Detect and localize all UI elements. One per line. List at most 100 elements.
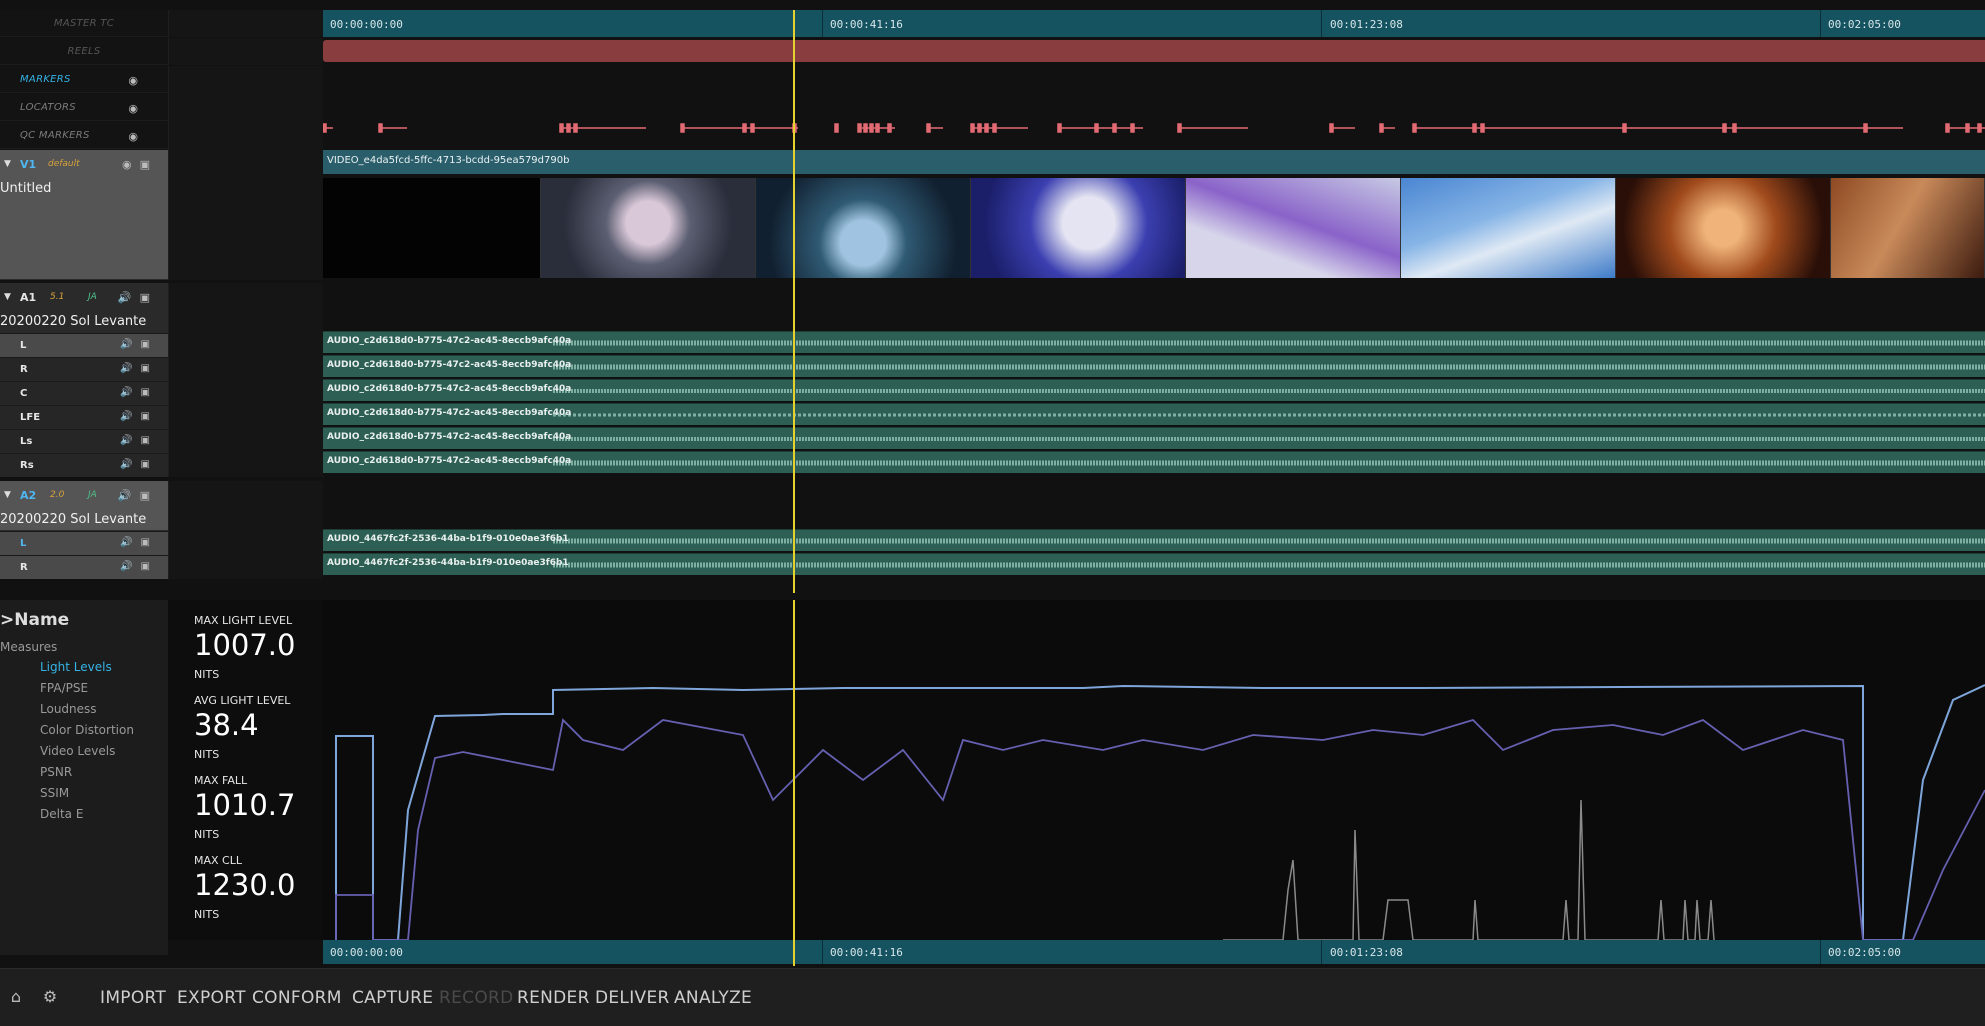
eye-icon[interactable]: ◉ bbox=[128, 74, 138, 87]
measure-ssim[interactable]: SSIM bbox=[40, 786, 69, 800]
clip-thumbnail bbox=[541, 178, 756, 278]
channel-row[interactable]: LFE 🔊▣ bbox=[0, 405, 168, 429]
audio-clip[interactable]: AUDIO_c2d618d0-b775-47c2-ac45-8eccb9afc4… bbox=[323, 451, 1985, 473]
deliver-button[interactable]: DELIVER bbox=[595, 988, 670, 1008]
ruler-tick bbox=[1321, 10, 1322, 37]
channel-row[interactable]: Rs 🔊▣ bbox=[0, 453, 168, 477]
track-icons[interactable]: 🔊▣ bbox=[118, 489, 158, 502]
measure-loudness[interactable]: Loudness bbox=[40, 702, 97, 716]
audio-clip[interactable]: AUDIO_4467fc2f-2536-44ba-b1f9-010e0ae3f6… bbox=[323, 553, 1985, 575]
waveform bbox=[553, 340, 1985, 346]
video-clip[interactable]: VIDEO_e4da5fcd-5ffc-4713-bcdd-95ea579d79… bbox=[323, 150, 1985, 174]
measure-light-levels[interactable]: Light Levels bbox=[40, 660, 112, 674]
max-fall-spike-line bbox=[1223, 799, 1715, 941]
channel-label: R bbox=[20, 562, 28, 573]
channel-icons[interactable]: 🔊▣ bbox=[120, 435, 158, 446]
channel-label: R bbox=[20, 364, 28, 375]
ruler-timecode: 00:00:41:16 bbox=[830, 18, 903, 31]
measure-color-distortion[interactable]: Color Distortion bbox=[40, 723, 134, 737]
measure-video-levels[interactable]: Video Levels bbox=[40, 744, 115, 758]
channel-icons[interactable]: 🔊▣ bbox=[120, 339, 158, 350]
metric-label: MAX CLL bbox=[194, 854, 242, 867]
channel-label: Rs bbox=[20, 460, 34, 471]
audio-clip-label: AUDIO_4467fc2f-2536-44ba-b1f9-010e0ae3f6… bbox=[327, 558, 569, 568]
conform-button[interactable]: CONFORM bbox=[252, 988, 342, 1008]
track-header-a1[interactable]: ▼ A1 5.1 JA 🔊▣ 20200220 Sol Levante bbox=[0, 283, 168, 333]
channel-label: Ls bbox=[20, 436, 33, 447]
markers-header[interactable]: MARKERS ◉ bbox=[0, 66, 168, 93]
measures-label: Measures bbox=[0, 640, 58, 654]
settings-icon[interactable]: ⚙ bbox=[40, 987, 60, 1007]
timecode-ruler-top[interactable]: 00:00:00:00 00:00:41:16 00:01:23:08 00:0… bbox=[323, 10, 1985, 37]
channel-row[interactable]: Ls 🔊▣ bbox=[0, 429, 168, 453]
channel-row[interactable]: L 🔊▣ bbox=[0, 333, 168, 357]
metric-unit: NITS bbox=[194, 828, 220, 841]
measure-psnr[interactable]: PSNR bbox=[40, 765, 72, 779]
audio-clip[interactable]: AUDIO_c2d618d0-b775-47c2-ac45-8eccb9afc4… bbox=[323, 379, 1985, 401]
collapse-icon[interactable]: ▼ bbox=[4, 292, 11, 302]
audio-clip[interactable]: AUDIO_4467fc2f-2536-44ba-b1f9-010e0ae3f6… bbox=[323, 529, 1985, 551]
channel-icons[interactable]: 🔊▣ bbox=[120, 387, 158, 398]
ruler-tick bbox=[1820, 10, 1821, 37]
channel-icons[interactable]: 🔊▣ bbox=[120, 363, 158, 374]
reels-label: REELS bbox=[67, 46, 101, 57]
render-button[interactable]: RENDER bbox=[517, 988, 590, 1008]
eye-icon[interactable]: ◉ bbox=[128, 130, 138, 143]
channel-icons[interactable]: 🔊▣ bbox=[120, 561, 158, 572]
channel-row[interactable]: C 🔊▣ bbox=[0, 381, 168, 405]
track-title: 20200220 Sol Levante bbox=[0, 314, 147, 329]
channel-icons[interactable]: 🔊▣ bbox=[120, 411, 158, 422]
track-sub: 5.1 bbox=[50, 292, 65, 302]
home-icon[interactable]: ⌂ bbox=[6, 987, 26, 1007]
export-button[interactable]: EXPORT bbox=[177, 988, 246, 1008]
header-gap bbox=[168, 38, 323, 65]
channel-icons[interactable]: 🔊▣ bbox=[120, 537, 158, 548]
reel-clip[interactable] bbox=[323, 40, 1985, 62]
track-icons[interactable]: ◉▣ bbox=[122, 158, 158, 171]
channel-row[interactable]: L 🔊▣ bbox=[0, 531, 168, 555]
track-name: V1 bbox=[20, 158, 37, 171]
track-header-v1[interactable]: ▼ V1 default ◉▣ Untitled bbox=[0, 150, 168, 280]
video-clip-label: VIDEO_e4da5fcd-5ffc-4713-bcdd-95ea579d79… bbox=[327, 155, 570, 166]
ruler-timecode: 00:00:00:00 bbox=[330, 18, 403, 31]
locators-header[interactable]: LOCATORS ◉ bbox=[0, 94, 168, 121]
analyze-button[interactable]: ANALYZE bbox=[674, 988, 752, 1008]
metric-value: 38.4 bbox=[194, 708, 259, 742]
audio-clip[interactable]: AUDIO_c2d618d0-b775-47c2-ac45-8eccb9afc4… bbox=[323, 331, 1985, 353]
audio-clip-label: AUDIO_c2d618d0-b775-47c2-ac45-8eccb9afc4… bbox=[327, 432, 572, 442]
channel-row[interactable]: R 🔊▣ bbox=[0, 555, 168, 579]
audio-clip[interactable]: AUDIO_c2d618d0-b775-47c2-ac45-8eccb9afc4… bbox=[323, 403, 1985, 425]
metric-unit: NITS bbox=[194, 668, 220, 681]
track-icons[interactable]: 🔊▣ bbox=[118, 291, 158, 304]
playhead[interactable] bbox=[793, 600, 795, 966]
audio-clip-label: AUDIO_c2d618d0-b775-47c2-ac45-8eccb9afc4… bbox=[327, 336, 572, 346]
qc-markers-track[interactable] bbox=[323, 118, 1985, 138]
channel-row[interactable]: R 🔊▣ bbox=[0, 357, 168, 381]
audio-clip[interactable]: AUDIO_c2d618d0-b775-47c2-ac45-8eccb9afc4… bbox=[323, 355, 1985, 377]
light-level-graph[interactable] bbox=[323, 600, 1985, 942]
metric-unit: NITS bbox=[194, 908, 220, 921]
qc-markers-header[interactable]: QC MARKERS ◉ bbox=[0, 122, 168, 149]
timecode-ruler-bottom[interactable]: 00:00:00:00 00:00:41:16 00:01:23:08 00:0… bbox=[323, 940, 1985, 964]
clip-thumbnail bbox=[1616, 178, 1831, 278]
record-button: RECORD bbox=[439, 988, 514, 1008]
ruler-timecode: 00:01:23:08 bbox=[1330, 18, 1403, 31]
import-button[interactable]: IMPORT bbox=[100, 988, 166, 1008]
collapse-icon[interactable]: ▼ bbox=[4, 159, 11, 169]
channel-label: LFE bbox=[20, 412, 41, 423]
capture-button[interactable]: CAPTURE bbox=[352, 988, 433, 1008]
channel-icons[interactable]: 🔊▣ bbox=[120, 459, 158, 470]
audio-clip-label: AUDIO_4467fc2f-2536-44ba-b1f9-010e0ae3f6… bbox=[327, 534, 569, 544]
waveform bbox=[553, 538, 1985, 544]
app-window: MASTER TC 00:00:00:00 00:00:41:16 00:01:… bbox=[0, 0, 1985, 1026]
panel-title: >Name bbox=[0, 610, 70, 630]
measure-delta-e[interactable]: Delta E bbox=[40, 807, 83, 821]
channel-label: L bbox=[20, 538, 27, 549]
measure-fpa-pse[interactable]: FPA/PSE bbox=[40, 681, 88, 695]
eye-icon[interactable]: ◉ bbox=[128, 102, 138, 115]
collapse-icon[interactable]: ▼ bbox=[4, 490, 11, 500]
playhead[interactable] bbox=[793, 10, 795, 593]
audio-clip[interactable]: AUDIO_c2d618d0-b775-47c2-ac45-8eccb9afc4… bbox=[323, 427, 1985, 449]
clip-thumbnail bbox=[971, 178, 1186, 278]
track-header-a2[interactable]: ▼ A2 2.0 JA 🔊▣ 20200220 Sol Levante bbox=[0, 481, 168, 531]
